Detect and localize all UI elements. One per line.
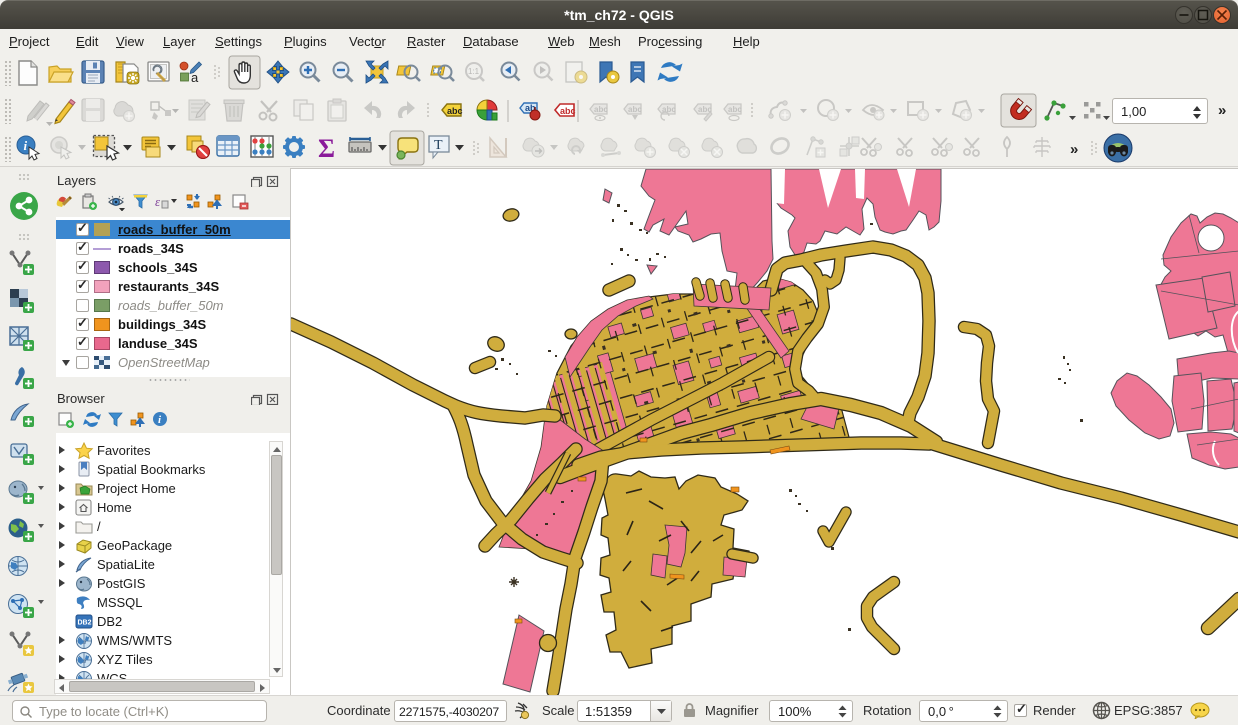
svg-text:abc: abc — [628, 105, 642, 114]
svg-text:ε: ε — [155, 194, 161, 209]
svg-text:abc: abc — [594, 105, 608, 114]
svg-text:PostGIS: PostGIS — [97, 576, 146, 591]
svg-text:i: i — [24, 138, 28, 153]
svg-text:1:1: 1:1 — [468, 67, 480, 76]
svg-text:abc: abc — [728, 105, 742, 114]
svg-text:abc: abc — [560, 106, 576, 116]
svg-text:T: T — [434, 138, 443, 153]
svg-text:DB2: DB2 — [78, 620, 92, 627]
svg-text:Home: Home — [97, 500, 132, 515]
svg-text:»: » — [1070, 141, 1078, 158]
svg-text:Σ: Σ — [318, 134, 335, 163]
svg-text:DB2: DB2 — [97, 614, 122, 629]
svg-text:SpatiaLite: SpatiaLite — [97, 557, 155, 572]
svg-text:/: / — [97, 519, 101, 534]
svg-text:GeoPackage: GeoPackage — [97, 538, 172, 553]
svg-text:Spatial Bookmarks: Spatial Bookmarks — [97, 462, 206, 477]
svg-text:MSSQL: MSSQL — [97, 595, 143, 610]
svg-text:abc: abc — [447, 106, 463, 116]
svg-text:Project Home: Project Home — [97, 481, 176, 496]
svg-text:WMS/WMTS: WMS/WMTS — [97, 633, 172, 648]
svg-text:Favorites: Favorites — [97, 443, 151, 458]
svg-text:XYZ Tiles: XYZ Tiles — [97, 652, 153, 667]
